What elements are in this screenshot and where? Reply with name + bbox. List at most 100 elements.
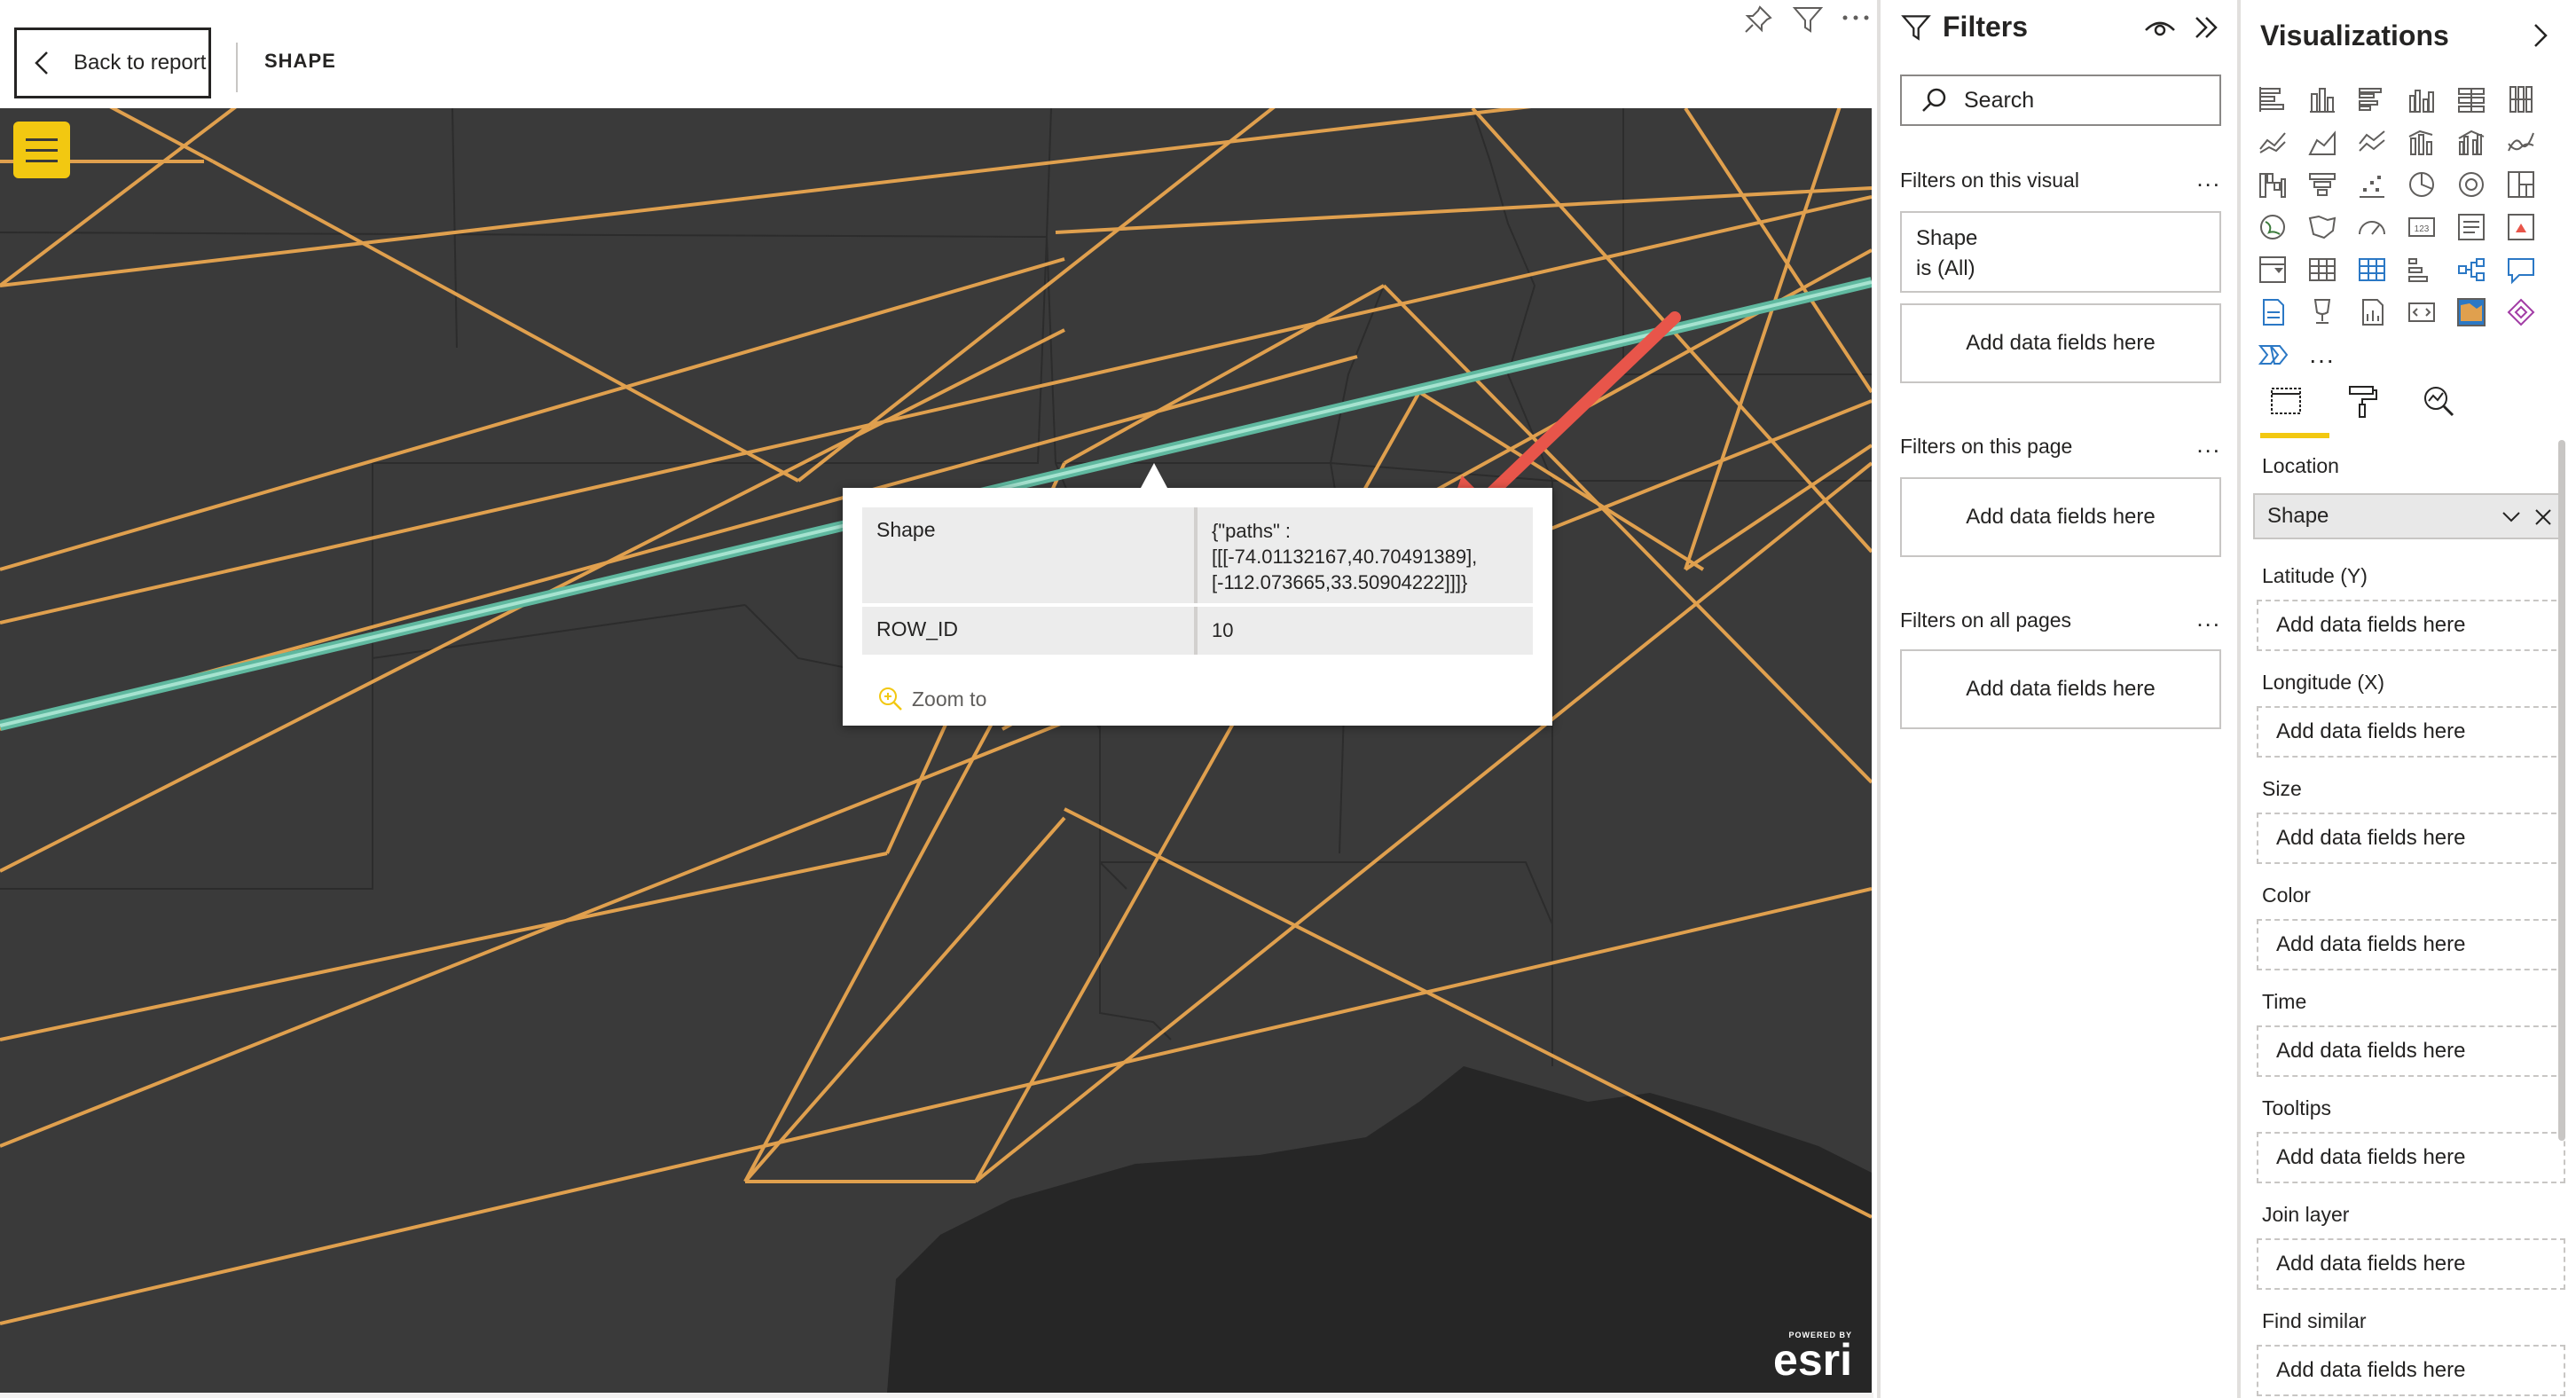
gulf-water [887, 1066, 1872, 1393]
filters-search-input[interactable] [1964, 87, 2195, 114]
pin-icon[interactable] [1740, 2, 1776, 37]
close-icon[interactable] [2532, 506, 2555, 529]
donut-chart-icon[interactable] [2446, 163, 2496, 206]
filters-all-pages-drop-zone[interactable]: Add data fields here [1900, 649, 2221, 729]
filters-header: Filters [1900, 11, 2028, 43]
map-menu-button[interactable] [13, 122, 70, 178]
join-layer-drop-zone[interactable]: Add data fields here [2257, 1238, 2565, 1290]
longitude-drop-zone[interactable]: Add data fields here [2257, 706, 2565, 758]
filter-icon[interactable] [1790, 2, 1826, 37]
line-and-clustered-column-icon[interactable] [2446, 121, 2496, 163]
smart-narrative-icon[interactable] [2347, 291, 2397, 334]
scatter-chart-icon[interactable] [2347, 163, 2397, 206]
filters-all-pages-label: Filters on all pages [1900, 609, 2072, 632]
filters-on-visual-label: Filters on this visual [1900, 169, 2079, 192]
filters-on-visual-more[interactable]: ... [2196, 165, 2221, 192]
trophy-icon[interactable] [2297, 291, 2347, 334]
power-automate-icon[interactable] [2248, 334, 2297, 376]
filters-on-visual-section: Filters on this visual ... [1900, 165, 2228, 192]
key-influencers-icon[interactable] [2446, 248, 2496, 291]
filters-visual-drop-zone[interactable]: Add data fields here [1900, 303, 2221, 383]
map-visual[interactable]: Shape {"paths" : [[[-74.01132167,40.7049… [0, 108, 1872, 1393]
visualizations-scrollbar[interactable] [2558, 440, 2565, 1141]
report-canvas: Back to report SHAPE Shape {"paths": [[… [0, 0, 1873, 1398]
clustered-column-chart-icon[interactable] [2397, 78, 2446, 121]
line-and-stacked-column-icon[interactable] [2397, 121, 2446, 163]
multi-row-card-icon[interactable] [2446, 206, 2496, 248]
visualization-tabs [2260, 381, 2464, 438]
map-tooltip: Shape {"paths" : [[[-74.01132167,40.7049… [843, 463, 1552, 726]
card-icon[interactable]: 123 [2397, 206, 2446, 248]
eye-icon[interactable] [2143, 12, 2177, 43]
matrix-icon[interactable] [2347, 248, 2397, 291]
esri-logo: POWERED BY esri [1773, 1331, 1852, 1385]
filters-all-pages-more[interactable]: ... [2196, 605, 2221, 632]
well-label-time: Time [2262, 990, 2307, 1013]
pie-chart-icon[interactable] [2397, 163, 2446, 206]
map-layer [0, 108, 1872, 1393]
html-content-icon[interactable] [2397, 291, 2446, 334]
well-label-location: Location [2262, 454, 2339, 477]
filters-on-page-more[interactable]: ... [2196, 431, 2221, 459]
stacked-area-chart-icon[interactable] [2347, 121, 2397, 163]
gauge-icon[interactable] [2347, 206, 2397, 248]
fields-tab[interactable] [2260, 381, 2329, 438]
well-label-longitude: Longitude (X) [2262, 671, 2385, 694]
time-drop-zone[interactable]: Add data fields here [2257, 1025, 2565, 1077]
area-chart-icon[interactable] [2297, 121, 2347, 163]
location-field-name: Shape [2267, 504, 2329, 528]
clustered-bar-chart-icon[interactable] [2347, 78, 2397, 121]
filters-on-page-section: Filters on this page ... [1900, 431, 2228, 459]
stacked-column-chart-icon[interactable] [2297, 78, 2347, 121]
table-icon[interactable] [2297, 248, 2347, 291]
decomposition-tree-icon[interactable] [2397, 248, 2446, 291]
analytics-magnifier-icon [2424, 387, 2454, 417]
zoom-to-button[interactable]: Zoom to [876, 685, 986, 713]
waterfall-chart-icon[interactable] [2248, 163, 2297, 206]
power-apps-icon[interactable] [2496, 291, 2546, 334]
size-drop-zone[interactable]: Add data fields here [2257, 813, 2565, 864]
report-footer [0, 1393, 1873, 1398]
analytics-tab[interactable] [2413, 381, 2464, 438]
filter-card-shape[interactable]: Shape is (All) [1900, 211, 2221, 293]
find-similar-drop-zone[interactable]: Add data fields here [2257, 1345, 2565, 1396]
tooltip-value: 10 [1212, 619, 1234, 641]
double-chevron-right-icon[interactable] [2191, 12, 2221, 43]
well-label-find-similar: Find similar [2262, 1309, 2367, 1332]
chevron-down-icon[interactable] [2500, 506, 2523, 529]
more-options-icon[interactable] [1838, 2, 1873, 37]
tooltips-drop-zone[interactable]: Add data fields here [2257, 1132, 2565, 1183]
more-visuals-button[interactable]: ... [2297, 334, 2347, 376]
tooltip-value: {"paths" : [[[-74.01132167,40.70491389],… [1198, 507, 1533, 603]
ribbon-chart-icon[interactable] [2496, 121, 2546, 163]
latitude-drop-zone[interactable]: Add data fields here [2257, 600, 2565, 651]
well-label-latitude: Latitude (Y) [2262, 564, 2368, 587]
location-field-pill[interactable]: Shape [2253, 493, 2565, 539]
chevron-right-icon[interactable] [2525, 20, 2556, 51]
filter-card-field: Shape [1916, 226, 1978, 250]
slicer-icon[interactable] [2248, 248, 2297, 291]
filters-page-drop-zone[interactable]: Add data fields here [1900, 477, 2221, 557]
esri-brand: esri [1773, 1335, 1852, 1385]
kpi-icon[interactable] [2496, 206, 2546, 248]
funnel-icon[interactable] [2297, 163, 2347, 206]
100-percent-column-chart-icon[interactable] [2496, 78, 2546, 121]
hamburger-icon-bar [26, 159, 58, 162]
filters-search-box[interactable] [1900, 75, 2221, 126]
qna-icon[interactable] [2496, 248, 2546, 291]
color-drop-zone[interactable]: Add data fields here [2257, 919, 2565, 970]
back-to-report-label: Back to report [74, 51, 207, 75]
back-to-report-button[interactable]: Back to report [14, 27, 211, 98]
filter-icon [1901, 14, 1931, 41]
zoom-in-icon [879, 687, 902, 711]
format-tab[interactable] [2336, 381, 2388, 438]
treemap-icon[interactable] [2496, 163, 2546, 206]
map-icon[interactable] [2248, 206, 2297, 248]
100-percent-bar-chart-icon[interactable] [2446, 78, 2496, 121]
filled-map-icon[interactable] [2297, 206, 2347, 248]
line-chart-icon[interactable] [2248, 121, 2297, 163]
stacked-bar-chart-icon[interactable] [2248, 78, 2297, 121]
arcgis-maps-icon[interactable] [2446, 291, 2496, 334]
paginated-report-icon[interactable] [2248, 291, 2297, 334]
filter-card-value: is (All) [1916, 256, 1975, 280]
